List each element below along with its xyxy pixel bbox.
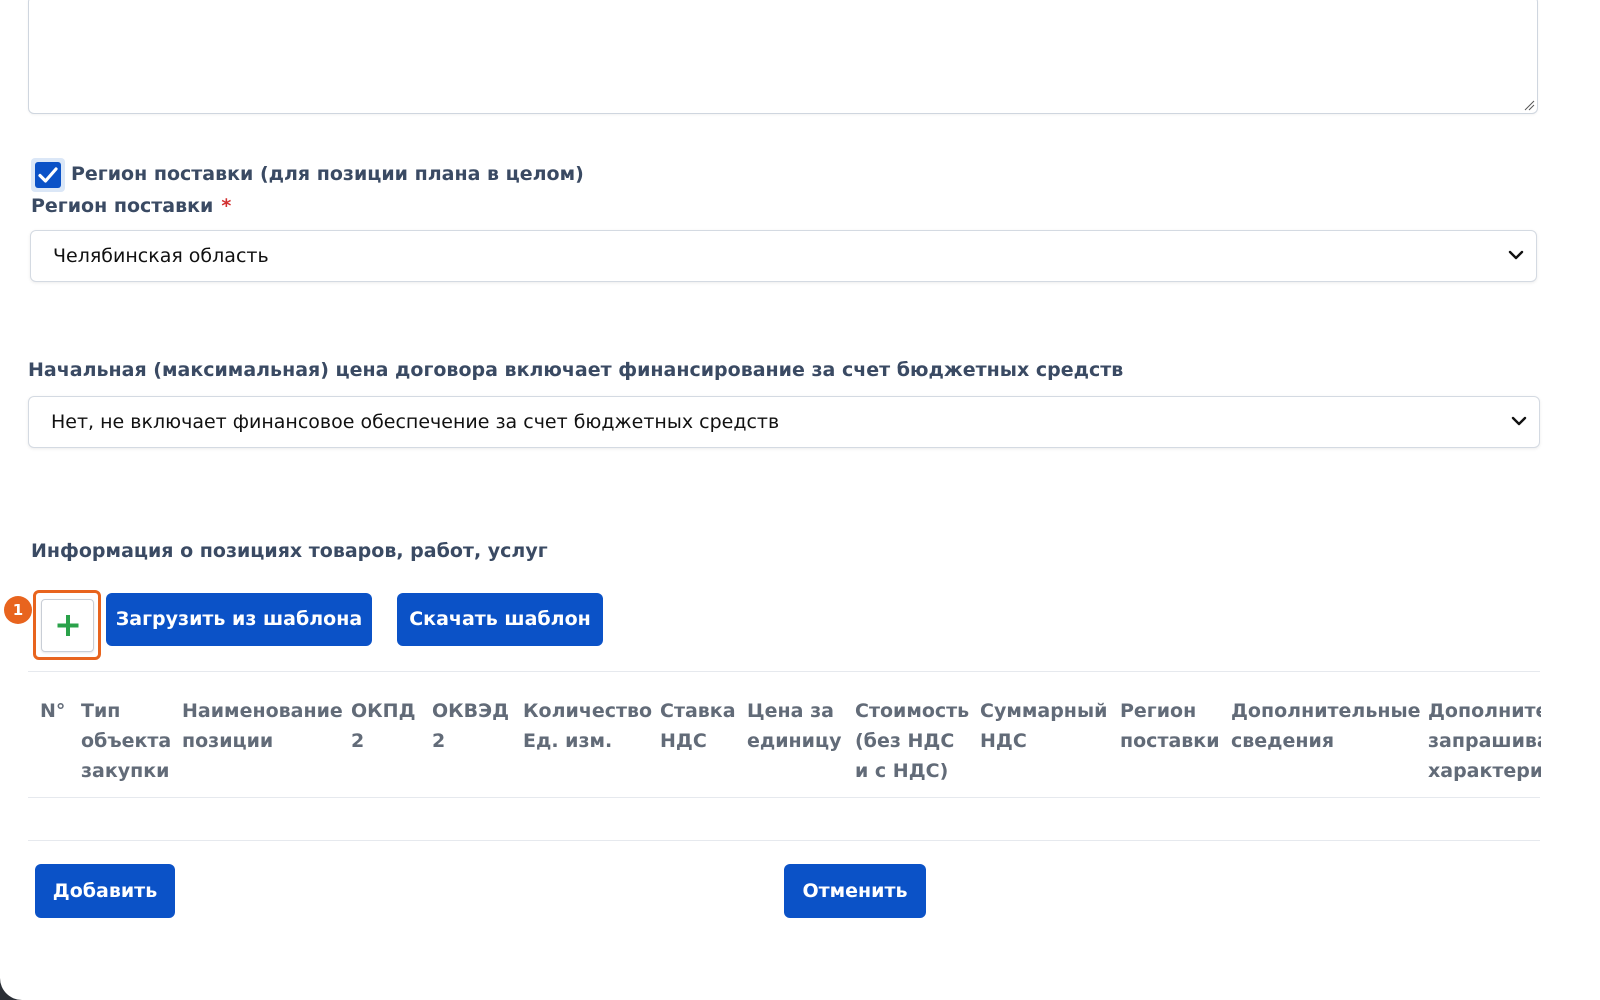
column-header-line: Ставка — [660, 700, 736, 722]
column-header: Наименование позиции — [182, 696, 343, 756]
column-header-line: объекта — [81, 730, 172, 752]
column-header-line: характеристики — [1428, 760, 1541, 782]
add-position-highlight — [33, 590, 101, 660]
column-header: Стоимость (без НДС и с НДС) — [855, 696, 969, 786]
column-header: Ставка НДС — [660, 696, 736, 756]
column-header-line: Дополнительные — [1428, 700, 1541, 722]
column-header: Суммарный НДС — [980, 696, 1107, 756]
column-header-line: ОКВЭД — [432, 700, 510, 722]
column-header: Дополнительные сведения — [1231, 696, 1421, 756]
chevron-down-icon — [1511, 416, 1527, 426]
resize-grip-icon[interactable] — [1523, 99, 1535, 111]
column-header: ОКПД 2 — [351, 696, 416, 756]
column-header-line: НДС — [980, 730, 1027, 752]
add-button[interactable]: Добавить — [35, 864, 175, 918]
column-header-line: Ед. изм. — [523, 730, 613, 752]
column-header: Цена за единицу — [747, 696, 841, 756]
region-label-text: Регион поставки — [31, 195, 214, 217]
positions-title: Информация о позициях товаров, работ, ус… — [31, 540, 548, 562]
column-header-line: Цена за — [747, 700, 834, 722]
column-header-line: Суммарный — [980, 700, 1108, 722]
description-textarea[interactable] — [28, 0, 1538, 114]
column-header: ОКВЭД 2 — [432, 696, 509, 756]
column-header-line: 2 — [432, 730, 446, 752]
checkmark-icon — [38, 167, 58, 183]
column-header-line: Наименование — [182, 700, 343, 722]
column-header: Дополнительные запрашиваемые характеристик… — [1428, 696, 1541, 786]
region-whole-plan-checkbox[interactable] — [31, 158, 65, 192]
column-header-line: поставки — [1120, 730, 1220, 752]
budget-select[interactable]: Нет, не включает финансовое обеспечение … — [28, 396, 1540, 448]
load-template-button[interactable]: Загрузить из шаблона — [106, 593, 372, 646]
column-header-line: закупки — [81, 760, 170, 782]
step-badge: 1 — [4, 596, 32, 624]
budget-label: Начальная (максимальная) цена договора в… — [28, 359, 1124, 381]
column-header-line: (без НДС — [855, 730, 955, 752]
table-bottom-divider — [28, 797, 1540, 798]
column-header-line: ОКПД — [351, 700, 416, 722]
column-header: N° — [40, 696, 65, 726]
cancel-button[interactable]: Отменить — [784, 864, 926, 918]
budget-select-value: Нет, не включает финансовое обеспечение … — [51, 411, 780, 433]
column-header-line: Стоимость — [855, 700, 970, 722]
column-header-line: запрашиваемые — [1428, 730, 1541, 752]
column-header: Регион поставки — [1120, 696, 1220, 756]
region-select-value: Челябинская область — [53, 245, 269, 267]
column-header: Тип объекта закупки — [81, 696, 171, 786]
chevron-down-icon — [1508, 250, 1524, 260]
add-position-button[interactable] — [41, 599, 94, 652]
positions-table-header: N° Тип объекта закупки Наименование позиции ОК… — [0, 680, 1541, 790]
column-header-line: НДС — [660, 730, 707, 752]
column-header-line: позиции — [182, 730, 274, 752]
required-mark: * — [221, 195, 232, 217]
footer-divider — [28, 840, 1540, 841]
column-header-line: Тип — [81, 700, 121, 722]
region-label: Регион поставки * — [31, 195, 231, 217]
window-corner — [0, 978, 22, 1000]
column-header-line: единицу — [747, 730, 842, 752]
column-header-line: Регион — [1120, 700, 1197, 722]
plus-icon — [57, 615, 79, 636]
column-header: Количество Ед. изм. — [523, 696, 652, 756]
column-header-line: Дополнительные — [1231, 700, 1421, 722]
download-template-button[interactable]: Скачать шаблон — [397, 593, 603, 646]
column-header-line: Количество — [523, 700, 653, 722]
column-header-line: сведения — [1231, 730, 1335, 752]
table-top-divider — [28, 671, 1540, 672]
region-select[interactable]: Челябинская область — [30, 230, 1537, 282]
region-whole-plan-label: Регион поставки (для позиции плана в цел… — [71, 163, 584, 185]
column-header-line: 2 — [351, 730, 365, 752]
form-page: Регион поставки (для позиции плана в цел… — [0, 0, 1600, 1000]
column-header-line: и с НДС) — [855, 760, 949, 782]
column-header-line: N° — [40, 700, 66, 722]
